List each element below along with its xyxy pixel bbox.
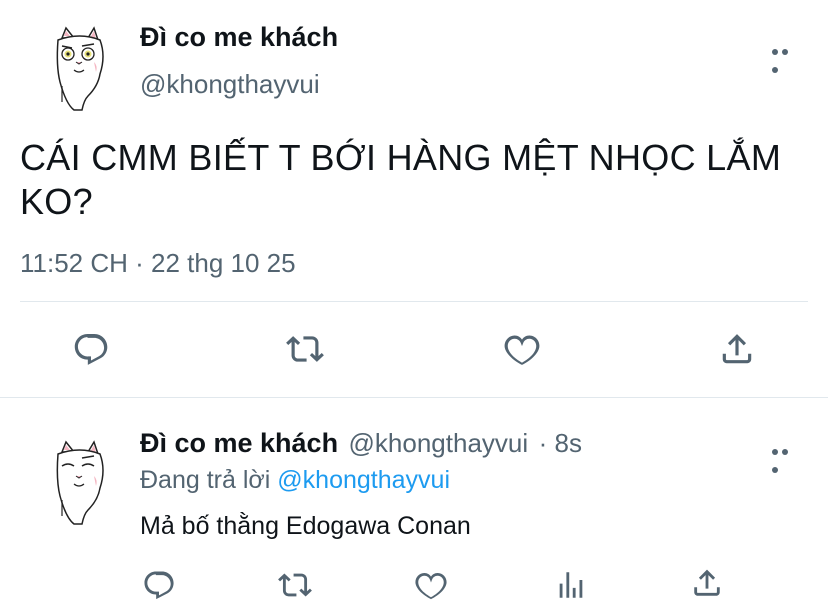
user-handle[interactable]: @khongthayvui [349, 428, 529, 458]
divider [0, 397, 828, 398]
reply-icon[interactable] [72, 330, 110, 368]
more-options-icon[interactable] [772, 442, 800, 473]
user-handle[interactable]: @khongthayvui [140, 69, 320, 100]
avatar[interactable] [48, 440, 112, 526]
more-options-icon[interactable] [772, 42, 800, 73]
replying-to-mention[interactable]: @khongthayvui [277, 466, 450, 494]
tweet-text: Mả bố thằng Edogawa Conan [140, 512, 471, 540]
reply-icon[interactable] [142, 568, 176, 602]
replying-to-label: Đang trả lời [140, 466, 271, 494]
tweet-text-line: KO? [20, 181, 93, 222]
divider [20, 301, 808, 302]
reply-header: Đì co me khách @khongthayvui · 8s [140, 428, 582, 459]
tweet-text-line: CÁI CMM BIẾT T BỚI HÀNG MỆT NHỌC LẮM [20, 137, 782, 178]
cat-avatar-icon [56, 26, 104, 111]
retweet-icon[interactable] [284, 330, 326, 368]
display-name[interactable]: Đì co me khách [140, 22, 338, 53]
like-icon[interactable] [502, 330, 542, 368]
analytics-icon[interactable] [554, 568, 588, 602]
avatar[interactable] [48, 26, 112, 112]
display-name[interactable]: Đì co me khách [140, 428, 338, 458]
tweet-timestamp[interactable]: 11:52 CH · 22 thg 10 25 [20, 248, 296, 279]
tweet-time[interactable]: · 8s [539, 428, 582, 458]
like-icon[interactable] [414, 568, 448, 602]
share-icon[interactable] [690, 566, 724, 600]
tweet-text: CÁI CMM BIẾT T BỚI HÀNG MỆT NHỌC LẮM KO? [20, 136, 810, 224]
share-icon[interactable] [718, 330, 756, 368]
replying-to: Đang trả lời @khongthayvui [140, 466, 450, 495]
cat-avatar-icon [56, 440, 104, 525]
retweet-icon[interactable] [276, 568, 314, 602]
